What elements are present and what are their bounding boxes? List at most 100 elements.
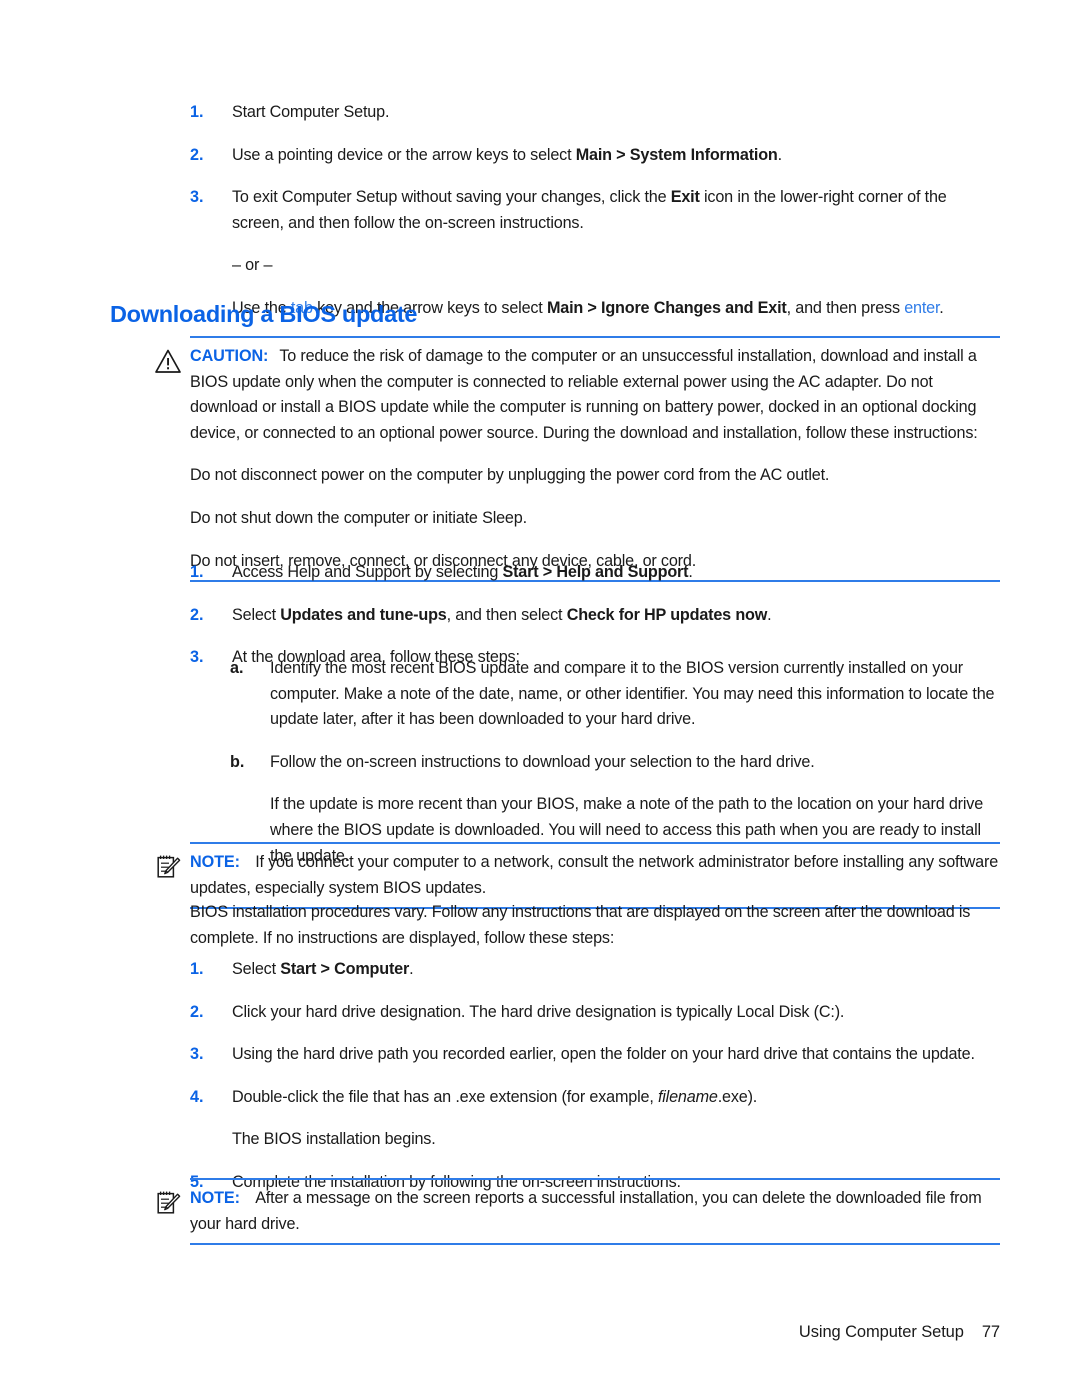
list-item-paragraph: Double-click the file that has an .exe e… bbox=[232, 1085, 1000, 1111]
caution-label: CAUTION: bbox=[190, 347, 269, 365]
list-item-marker: 3. bbox=[190, 188, 204, 207]
download-substeps-list: a. Identify the most recent BIOS update a… bbox=[230, 656, 1000, 869]
list-item-marker: a. bbox=[230, 659, 244, 677]
list-item-body: Double-click the file that has an .exe e… bbox=[232, 1085, 1000, 1153]
bios-install-intro-paragraph: BIOS installation procedures vary. Follo… bbox=[190, 903, 971, 947]
text-run: . bbox=[409, 960, 414, 978]
list-item-marker: 3. bbox=[190, 648, 204, 667]
text-run: , and then select bbox=[446, 605, 567, 624]
list-item-extra-paragraph: The BIOS installation begins. bbox=[232, 1127, 1000, 1153]
warning-triangle-icon bbox=[154, 347, 182, 375]
notepad-pencil-icon bbox=[154, 853, 182, 881]
caution-paragraph: Do not disconnect power on the computer … bbox=[190, 463, 1000, 489]
list-item: 3. Using the hard drive path you recorded… bbox=[190, 1042, 1000, 1068]
emphasis-bold: Start > Computer bbox=[280, 960, 410, 978]
list-item-marker: 4. bbox=[190, 1087, 204, 1106]
text-run: . bbox=[767, 605, 772, 624]
text-run: . bbox=[939, 298, 944, 317]
text-run: . bbox=[777, 145, 783, 164]
list-item-marker: 1. bbox=[190, 103, 204, 121]
text-run: Do not shut down the computer or initiat… bbox=[190, 508, 527, 527]
list-item-body: Select Start > Computer. bbox=[232, 957, 1000, 983]
text-run: Using the hard drive path you recorded e… bbox=[232, 1045, 975, 1064]
list-item: a. Identify the most recent BIOS update a… bbox=[230, 656, 1000, 733]
text-run: Select bbox=[232, 605, 281, 624]
text-run: – or – bbox=[232, 256, 273, 275]
list-item-body: Use a pointing device or the arrow keys … bbox=[232, 143, 1000, 169]
list-item: 1. Select Start > Computer. bbox=[190, 957, 1000, 983]
notepad-pencil-icon bbox=[154, 1189, 182, 1217]
text-run: Start Computer Setup. bbox=[232, 103, 390, 121]
list-item-body: Using the hard drive path you recorded e… bbox=[232, 1042, 1000, 1068]
text-run: Use a pointing device or the arrow keys … bbox=[232, 145, 576, 164]
list-item: 2. Select Updates and tune-ups, and then … bbox=[190, 603, 1000, 629]
caution-paragraph: Do not shut down the computer or initiat… bbox=[190, 506, 1000, 532]
list-item-body: Start Computer Setup. bbox=[232, 100, 1000, 126]
list-item-body: Access Help and Support by selecting Sta… bbox=[232, 560, 1000, 586]
list-item-marker: 2. bbox=[190, 145, 204, 164]
note-delete-label: NOTE: bbox=[190, 1189, 240, 1207]
list-item-body: Select Updates and tune-ups, and then se… bbox=[232, 603, 1000, 629]
note-delete-admonition: NOTE: After a message on the screen repo… bbox=[157, 1178, 1000, 1246]
footer-chapter-title: Using Computer Setup bbox=[798, 1323, 964, 1341]
note-network-content: NOTE: If you connect your computer to a … bbox=[190, 850, 1000, 901]
caution-box: CAUTION: To reduce the risk of damage to … bbox=[155, 336, 1000, 583]
list-item-marker: 2. bbox=[190, 605, 204, 624]
list-item-marker: 1. bbox=[190, 563, 204, 581]
list-item-marker: 1. bbox=[190, 960, 204, 978]
list-item-paragraph: Using the hard drive path you recorded e… bbox=[232, 1042, 1000, 1068]
list-item-paragraph: Identify the most recent BIOS update and… bbox=[270, 656, 1000, 733]
list-item-paragraph: Select Updates and tune-ups, and then se… bbox=[232, 603, 1000, 629]
list-item-body: Identify the most recent BIOS update and… bbox=[270, 656, 1000, 733]
document-page: 1. Start Computer Setup. 2. Use a pointing … bbox=[0, 0, 1080, 1397]
list-item-marker: b. bbox=[230, 752, 245, 771]
emphasis-bold: Exit bbox=[670, 188, 700, 207]
page-section-heading: Downloading a BIOS update bbox=[110, 301, 418, 327]
caution-admonition: CAUTION: To reduce the risk of damage to … bbox=[155, 336, 1000, 583]
caution-lead-paragraph: CAUTION: To reduce the risk of damage to … bbox=[190, 344, 1000, 446]
text-run: . bbox=[688, 563, 693, 581]
emphasis-bold: Check for HP updates now bbox=[566, 605, 768, 624]
note-delete-box: NOTE: After a message on the screen repo… bbox=[157, 1178, 1000, 1246]
list-item-paragraph: Follow the on-screen instructions to dow… bbox=[270, 750, 1000, 776]
note-delete-content: NOTE: After a message on the screen repo… bbox=[190, 1186, 1000, 1237]
text-run: Follow the on-screen instructions to dow… bbox=[270, 752, 815, 771]
install-steps-list: 1. Select Start > Computer. 2. Click your h… bbox=[190, 957, 1000, 1196]
text-run: .exe). bbox=[717, 1087, 758, 1106]
top-numbered-list: 1. Start Computer Setup. 2. Use a pointing … bbox=[190, 100, 1000, 322]
list-item: 2. Use a pointing device or the arrow key… bbox=[190, 143, 1000, 169]
list-item-marker: 3. bbox=[190, 1045, 204, 1064]
text-run: Access Help and Support by selecting bbox=[232, 563, 503, 581]
text-run: Click your hard drive designation. The h… bbox=[232, 1002, 845, 1021]
emphasis-bold: Start > Help and Support bbox=[502, 563, 689, 581]
note-network-label: NOTE: bbox=[190, 853, 240, 871]
list-item: 2. Click your hard drive designation. The… bbox=[190, 1000, 1000, 1026]
text-run: To exit Computer Setup without saving yo… bbox=[232, 188, 671, 207]
text-run: Identify the most recent BIOS update and… bbox=[270, 659, 995, 729]
footer-page-number: 77 bbox=[981, 1323, 1000, 1341]
text-run: Double-click the file that has an .exe e… bbox=[232, 1087, 658, 1106]
download-steps-list: 1. Access Help and Support by selecting S… bbox=[190, 560, 1000, 671]
note-delete-text: After a message on the screen reports a … bbox=[190, 1189, 982, 1233]
emphasis-bold: Main > System Information bbox=[575, 145, 778, 164]
text-run: Do not disconnect power on the computer … bbox=[190, 466, 830, 485]
text-run: The BIOS installation begins. bbox=[232, 1130, 436, 1149]
note-network-text: If you connect your computer to a networ… bbox=[190, 853, 999, 897]
emphasis-italic: filename bbox=[657, 1087, 718, 1106]
list-item-paragraph: To exit Computer Setup without saving yo… bbox=[232, 185, 1000, 236]
emphasis-bold: Updates and tune-ups bbox=[280, 605, 447, 624]
list-item-paragraph: Select Start > Computer. bbox=[232, 957, 1000, 983]
list-item: 1. Access Help and Support by selecting S… bbox=[190, 560, 1000, 586]
text-run: Select bbox=[232, 960, 281, 978]
list-item-marker: 2. bbox=[190, 1002, 204, 1021]
list-item-paragraph: Access Help and Support by selecting Sta… bbox=[232, 560, 1000, 586]
page-footer: Using Computer Setup 77 bbox=[799, 1323, 1000, 1342]
list-item-paragraph: Click your hard drive designation. The h… bbox=[232, 1000, 1000, 1026]
list-item-paragraph: Use a pointing device or the arrow keys … bbox=[232, 143, 1000, 169]
inline-key-reference[interactable]: enter bbox=[904, 299, 939, 317]
list-item: 4. Double-click the file that has an .exe… bbox=[190, 1085, 1000, 1153]
list-item-extra-paragraph: – or – bbox=[232, 253, 1000, 279]
text-run: To reduce the risk of damage to the comp… bbox=[190, 347, 978, 442]
list-item: 1. Start Computer Setup. bbox=[190, 100, 1000, 126]
list-item-paragraph: Start Computer Setup. bbox=[232, 100, 1000, 126]
